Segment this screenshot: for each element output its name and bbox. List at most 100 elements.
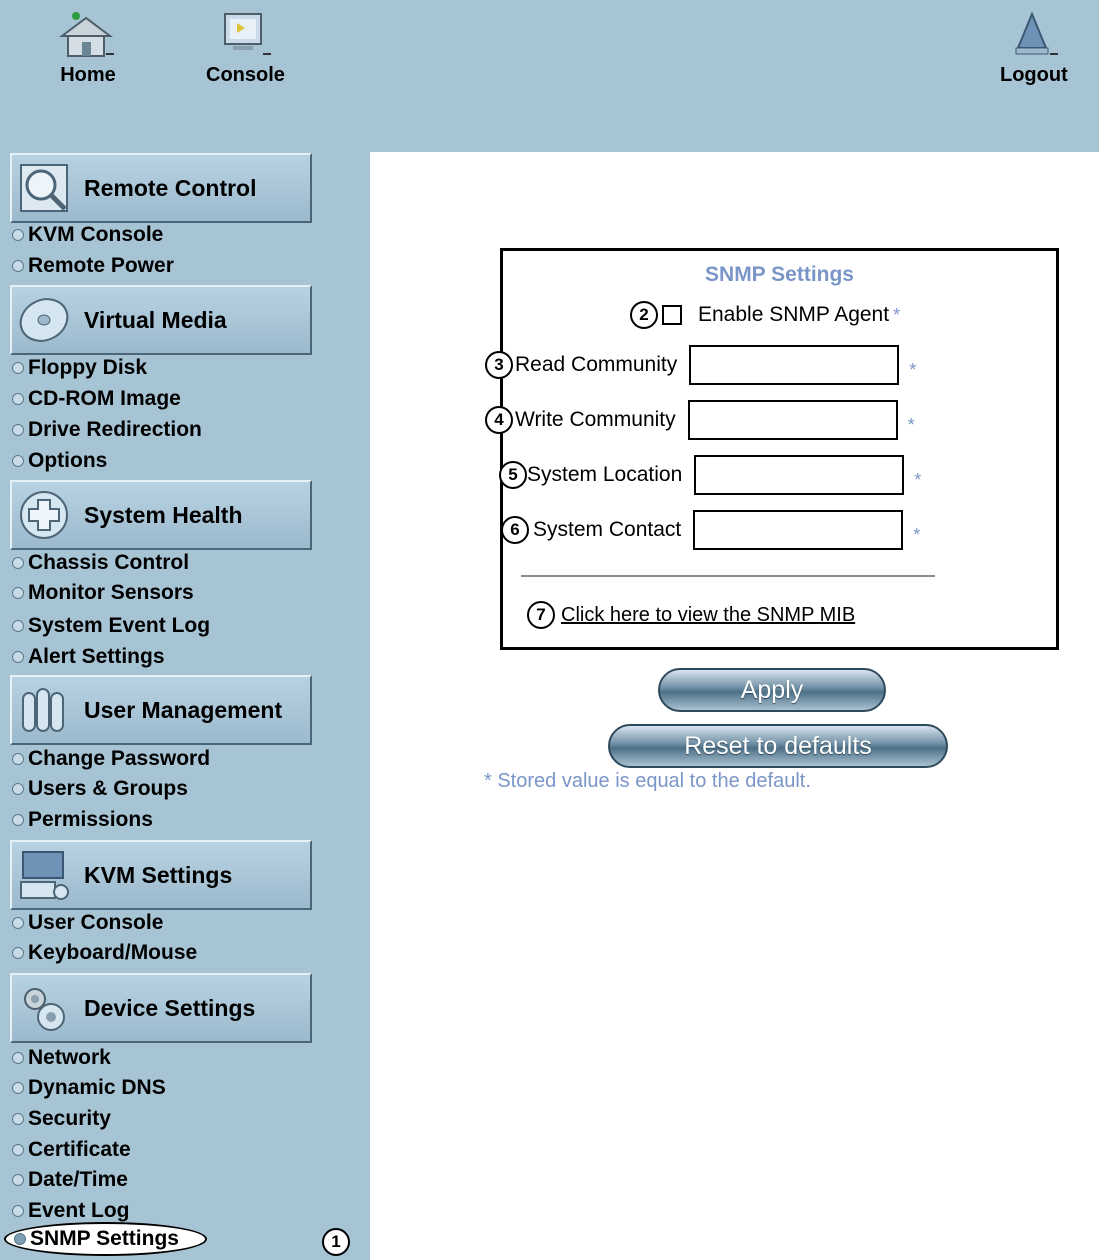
bullet-icon (12, 1113, 24, 1125)
console-icon (224, 13, 272, 55)
nav-snmp-settings[interactable]: SNMP Settings (4, 1222, 207, 1256)
logout-button[interactable]: Logout (1000, 10, 1068, 87)
bullet-icon (14, 1233, 26, 1245)
read-community-input[interactable] (689, 345, 900, 385)
default-marker: * (909, 359, 917, 380)
nav-label: Alert Settings (28, 645, 165, 668)
nav-label: KVM Console (28, 223, 164, 246)
view-snmp-mib-link[interactable]: Click here to view the SNMP MIB (561, 604, 855, 627)
nav-monitor-sensors[interactable]: Monitor Sensors (12, 578, 194, 608)
nav-system-event-log[interactable]: System Event Log (12, 611, 210, 641)
enable-snmp-row: 2 Enable SNMP Agent * (630, 301, 900, 329)
callout-2: 2 (630, 301, 658, 329)
default-note: * Stored value is equal to the default. (484, 770, 811, 792)
nav-label: Drive Redirection (28, 418, 202, 441)
section-system-health[interactable]: System Health (10, 480, 312, 550)
callout-1: 1 (322, 1228, 350, 1256)
nav-label: User Console (28, 911, 164, 934)
write-community-label: Write Community (515, 408, 676, 431)
home-icon (59, 12, 114, 57)
bullet-icon (12, 1052, 24, 1064)
nav-permissions[interactable]: Permissions (12, 805, 153, 835)
nav-label: Chassis Control (28, 551, 190, 574)
nav-options[interactable]: Options (12, 446, 107, 476)
nav-label: SNMP Settings (30, 1227, 179, 1250)
callout-5: 5 (499, 461, 527, 489)
bullet-icon (12, 783, 24, 795)
callout-3: 3 (485, 351, 513, 379)
bullet-icon (12, 362, 24, 374)
mib-link-row: 7 Click here to view the SNMP MIB (527, 601, 855, 629)
users-icon (22, 688, 64, 732)
nav-kvm-console[interactable]: KVM Console (12, 220, 163, 250)
default-marker: * (914, 469, 922, 490)
console-button[interactable]: Console (206, 10, 285, 87)
enable-snmp-label: Enable SNMP Agent (698, 303, 890, 326)
nav-label: Certificate (28, 1138, 131, 1161)
write-community-row: 4 Write Community * (485, 400, 915, 440)
callout-7: 7 (527, 601, 555, 629)
section-remote-control[interactable]: Remote Control (10, 153, 312, 223)
bullet-icon (12, 557, 24, 569)
snmp-settings-panel: SNMP Settings 2 Enable SNMP Agent * 3 Re… (485, 248, 1059, 650)
nav-label: Options (28, 449, 108, 472)
nav-drive-redirection[interactable]: Drive Redirection (12, 415, 202, 445)
bullet-icon (12, 1144, 24, 1156)
nav-user-console[interactable]: User Console (12, 908, 163, 938)
bullet-icon (12, 455, 24, 467)
magnifier-icon (20, 164, 68, 212)
nav-chassis-control[interactable]: Chassis Control (12, 548, 189, 578)
callout-6: 6 (501, 516, 529, 544)
nav-remote-power[interactable]: Remote Power (12, 251, 174, 281)
default-marker: * (907, 414, 915, 435)
nav-label: Event Log (28, 1199, 130, 1222)
nav-label: Security (28, 1107, 111, 1130)
nav-label: Floppy Disk (28, 356, 148, 379)
disc-icon (19, 298, 69, 342)
system-location-label: System Location (527, 463, 683, 486)
nav-change-password[interactable]: Change Password (12, 744, 210, 774)
system-contact-label: System Contact (533, 518, 682, 541)
nav-cdrom-image[interactable]: CD-ROM Image (12, 384, 181, 414)
section-title: Remote Control (84, 174, 257, 201)
reset-to-defaults-button[interactable]: Reset to defaults (608, 724, 948, 768)
nav-label: Keyboard/Mouse (28, 941, 198, 964)
section-title: System Health (84, 501, 243, 528)
section-title: User Management (84, 696, 283, 723)
system-contact-input[interactable] (693, 510, 904, 550)
section-device-settings[interactable]: Device Settings (10, 973, 312, 1043)
write-community-input[interactable] (687, 400, 898, 440)
nav-date-time[interactable]: Date/Time (12, 1165, 128, 1195)
section-title: Device Settings (84, 994, 256, 1021)
section-user-management[interactable]: User Management (10, 675, 312, 745)
nav-label: Date/Time (28, 1168, 128, 1191)
health-cross-icon (20, 491, 68, 539)
nav-dynamic-dns[interactable]: Dynamic DNS (12, 1073, 166, 1103)
nav-network[interactable]: Network (12, 1043, 111, 1073)
callout-4: 4 (485, 406, 513, 434)
system-location-row: 5 System Location * (499, 455, 921, 495)
logout-label: Logout (1000, 64, 1068, 86)
bullet-icon (12, 229, 24, 241)
nav-security[interactable]: Security (12, 1104, 111, 1134)
section-virtual-media[interactable]: Virtual Media (10, 285, 312, 355)
nav-users-groups[interactable]: Users & Groups (12, 774, 188, 804)
nav-label: Change Password (28, 747, 211, 770)
bullet-icon (12, 814, 24, 826)
bullet-icon (12, 393, 24, 405)
nav-label: System Event Log (28, 614, 211, 637)
bullet-icon (12, 620, 24, 632)
system-location-input[interactable] (694, 455, 905, 495)
home-button[interactable]: Home (56, 10, 120, 87)
nav-floppy-disk[interactable]: Floppy Disk (12, 353, 147, 383)
enable-snmp-checkbox[interactable] (662, 305, 682, 325)
nav-label: Monitor Sensors (28, 581, 194, 604)
nav-alert-settings[interactable]: Alert Settings (12, 642, 165, 672)
panel-title: SNMP Settings (705, 263, 854, 286)
logout-icon (1015, 11, 1058, 55)
apply-button[interactable]: Apply (658, 668, 886, 712)
nav-keyboard-mouse[interactable]: Keyboard/Mouse (12, 938, 197, 968)
bullet-icon (12, 260, 24, 272)
nav-certificate[interactable]: Certificate (12, 1135, 131, 1165)
section-kvm-settings[interactable]: KVM Settings (10, 840, 312, 910)
